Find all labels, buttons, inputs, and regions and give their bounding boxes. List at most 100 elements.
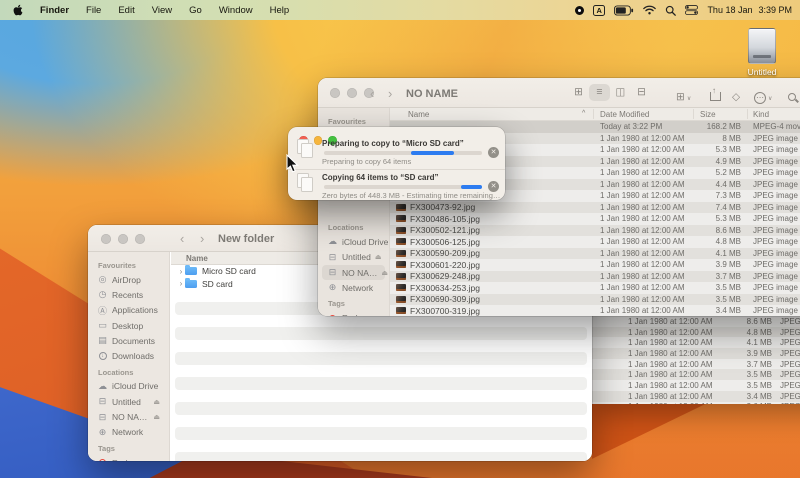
more-actions-button[interactable]: ⋯∨ xyxy=(754,87,772,105)
menu-bar-clock[interactable]: Thu 18 Jan 3:39 PM xyxy=(707,5,792,15)
sidebar-item-untitled[interactable]: Untitled ⏏ xyxy=(322,250,385,265)
column-header[interactable]: Name ^ Date Modified Size Kind xyxy=(390,108,800,121)
forward-icon[interactable]: › xyxy=(388,87,392,100)
sidebar-item-icloud-drive[interactable]: iCloud Drive xyxy=(92,379,165,394)
table-row[interactable]: 1 Jan 1980 at 12:00 AM4.1 MBJPEG image xyxy=(592,337,800,348)
close-button[interactable] xyxy=(330,88,340,98)
control-center-icon[interactable] xyxy=(685,5,698,15)
eject-icon[interactable]: ⏏ xyxy=(153,398,160,406)
menu-item-view[interactable]: View xyxy=(152,5,172,16)
table-row[interactable]: FX300502-121.jpg1 Jan 1980 at 12:00 AM8.… xyxy=(390,225,800,237)
sidebar-section-label: Tags xyxy=(318,295,389,310)
menu-item-finder[interactable]: Finder xyxy=(40,5,69,16)
file-date: 1 Jan 1980 at 12:00 AM xyxy=(600,203,685,212)
sidebar-item-no-na-[interactable]: NO NA…⏏ xyxy=(322,265,385,280)
sidebar-item-downloads[interactable]: Downloads xyxy=(92,348,165,363)
table-row[interactable]: FX300629-248.jpg1 Jan 1980 at 12:00 AM3.… xyxy=(390,271,800,283)
disclosure-chevron-icon[interactable]: › xyxy=(177,279,185,288)
sidebar-item-label: Applications xyxy=(112,305,158,315)
table-row[interactable]: FX300473-92.jpg1 Jan 1980 at 12:00 AM7.4… xyxy=(390,202,800,214)
table-row[interactable]: FX300634-253.jpg1 Jan 1980 at 12:00 AM3.… xyxy=(390,282,800,294)
table-row[interactable]: FX300601-220.jpg1 Jan 1980 at 12:00 AM3.… xyxy=(390,259,800,271)
copy-progress-dialog[interactable]: Preparing to copy to “Micro SD card”✕Pre… xyxy=(288,127,505,200)
sidebar-item-no-na-[interactable]: NO NA…⏏ xyxy=(92,409,165,424)
copy-task-title: Copying 64 items to “SD card” xyxy=(322,173,438,182)
minimize-button[interactable] xyxy=(347,88,357,98)
table-row[interactable]: FX300690-309.jpg1 Jan 1980 at 12:00 AM3.… xyxy=(390,294,800,306)
share-icon[interactable] xyxy=(710,88,721,106)
column-name[interactable]: Name xyxy=(186,254,208,263)
menu-item-file[interactable]: File xyxy=(86,5,101,16)
battery-icon[interactable] xyxy=(614,5,634,16)
tag-icon[interactable]: ◇ xyxy=(732,87,740,105)
sidebar-item-label: Untitled xyxy=(342,252,371,262)
column-kind[interactable]: Kind xyxy=(753,110,769,119)
column-view-icon[interactable]: ◫ xyxy=(610,84,631,101)
stop-button[interactable]: ✕ xyxy=(488,147,499,158)
group-by-button[interactable]: ⊞∨ xyxy=(676,87,691,105)
spotlight-search-icon[interactable] xyxy=(665,5,676,16)
table-row[interactable]: 1 Jan 1980 at 12:00 AM3.7 MBJPEG image xyxy=(592,359,800,370)
sidebar-item-desktop[interactable]: Desktop xyxy=(92,318,165,333)
close-button[interactable] xyxy=(101,234,111,244)
keyboard-layout-badge[interactable]: A xyxy=(593,5,605,16)
wifi-icon[interactable] xyxy=(643,5,656,15)
table-row[interactable]: FX300486-105.jpg1 Jan 1980 at 12:00 AM5.… xyxy=(390,213,800,225)
time-label: 3:39 PM xyxy=(758,5,792,15)
sidebar-item-red[interactable]: Red xyxy=(322,310,385,316)
list-view-icon[interactable]: ≡ xyxy=(589,84,610,101)
view-switcher[interactable]: ⊞ ≡ ◫ ⊟ xyxy=(568,84,652,101)
sidebar-item-label: Network xyxy=(112,427,143,437)
apple-menu-icon[interactable] xyxy=(13,4,23,16)
no-name-titlebar[interactable]: ‹ › NO NAME ⊞ ≡ ◫ ⊟ ⊞∨ ◇ ⋯∨ xyxy=(318,78,800,108)
back-icon[interactable]: ‹ xyxy=(370,87,374,100)
window-title: New folder xyxy=(218,233,274,245)
search-icon[interactable] xyxy=(788,88,796,106)
table-row[interactable]: 1 Jan 1980 at 12:00 AM3.5 MBJPEG image xyxy=(592,369,800,380)
sidebar-item-recents[interactable]: Recents xyxy=(92,287,165,302)
table-row[interactable]: 1 Jan 1980 at 12:00 AM3.9 MBJPEG image xyxy=(592,348,800,359)
disclosure-chevron-icon[interactable]: › xyxy=(177,267,185,276)
desktop-disk-icon[interactable]: Untitled xyxy=(739,28,785,77)
eject-icon[interactable]: ⏏ xyxy=(375,253,382,261)
back-icon[interactable]: ‹ xyxy=(180,232,184,245)
file-name: FX300486-105.jpg xyxy=(410,214,480,224)
table-row[interactable]: 1 Jan 1980 at 12:00 AM3.5 MBJPEG image xyxy=(592,380,800,391)
photo-thumbnail-icon xyxy=(396,261,406,268)
record-indicator-icon[interactable] xyxy=(575,6,584,15)
table-row[interactable]: 1 Jan 1980 at 12:00 AM3.4 MBJPEG image xyxy=(592,391,800,402)
menu-item-help[interactable]: Help xyxy=(270,5,290,16)
file-name: FX300690-309.jpg xyxy=(410,294,480,304)
column-size[interactable]: Size xyxy=(700,110,716,119)
minimize-button[interactable] xyxy=(118,234,128,244)
gallery-view-icon[interactable]: ⊟ xyxy=(631,84,652,101)
sidebar-item-untitled[interactable]: Untitled⏏ xyxy=(92,394,165,409)
sidebar-item-icloud-drive[interactable]: iCloud Drive xyxy=(322,234,385,249)
table-row[interactable]: 1 Jan 1980 at 12:00 AM4.8 MBJPEG image xyxy=(592,327,800,338)
file-kind: JPEG image xyxy=(780,328,800,337)
file-date: 1 Jan 1980 at 12:00 AM xyxy=(600,237,685,246)
sidebar-item-network[interactable]: Network xyxy=(322,280,385,295)
eject-icon[interactable]: ⏏ xyxy=(381,269,388,277)
column-date-modified[interactable]: Date Modified xyxy=(600,110,649,119)
table-row[interactable]: FX300700-319.jpg1 Jan 1980 at 12:00 AM3.… xyxy=(390,305,800,316)
menu-item-window[interactable]: Window xyxy=(219,5,253,16)
sidebar-item-airdrop[interactable]: AirDrop xyxy=(92,272,165,287)
table-row[interactable]: 1 Jan 1980 at 12:00 AM8.6 MBJPEG image xyxy=(592,316,800,327)
column-name[interactable]: Name xyxy=(408,110,429,119)
eject-icon[interactable]: ⏏ xyxy=(153,413,160,421)
sidebar-item-network[interactable]: Network xyxy=(92,425,165,440)
sidebar-item-documents[interactable]: Documents xyxy=(92,333,165,348)
table-row[interactable]: FX300506-125.jpg1 Jan 1980 at 12:00 AM4.… xyxy=(390,236,800,248)
forward-icon[interactable]: › xyxy=(200,232,204,245)
table-row[interactable]: 1 Jan 1980 at 12:00 AM3.6 MBJPEG image xyxy=(592,402,800,405)
icon-view-icon[interactable]: ⊞ xyxy=(568,84,589,101)
table-row[interactable]: FX300590-209.jpg1 Jan 1980 at 12:00 AM4.… xyxy=(390,248,800,260)
zoom-button[interactable] xyxy=(135,234,145,244)
sidebar-item-applications[interactable]: Applications xyxy=(92,303,165,318)
sidebar-item-red[interactable]: Red xyxy=(92,455,165,461)
file-kind: JPEG image xyxy=(780,317,800,326)
sidebar-section-label: Locations xyxy=(88,364,169,379)
menu-item-go[interactable]: Go xyxy=(189,5,202,16)
menu-item-edit[interactable]: Edit xyxy=(118,5,134,16)
